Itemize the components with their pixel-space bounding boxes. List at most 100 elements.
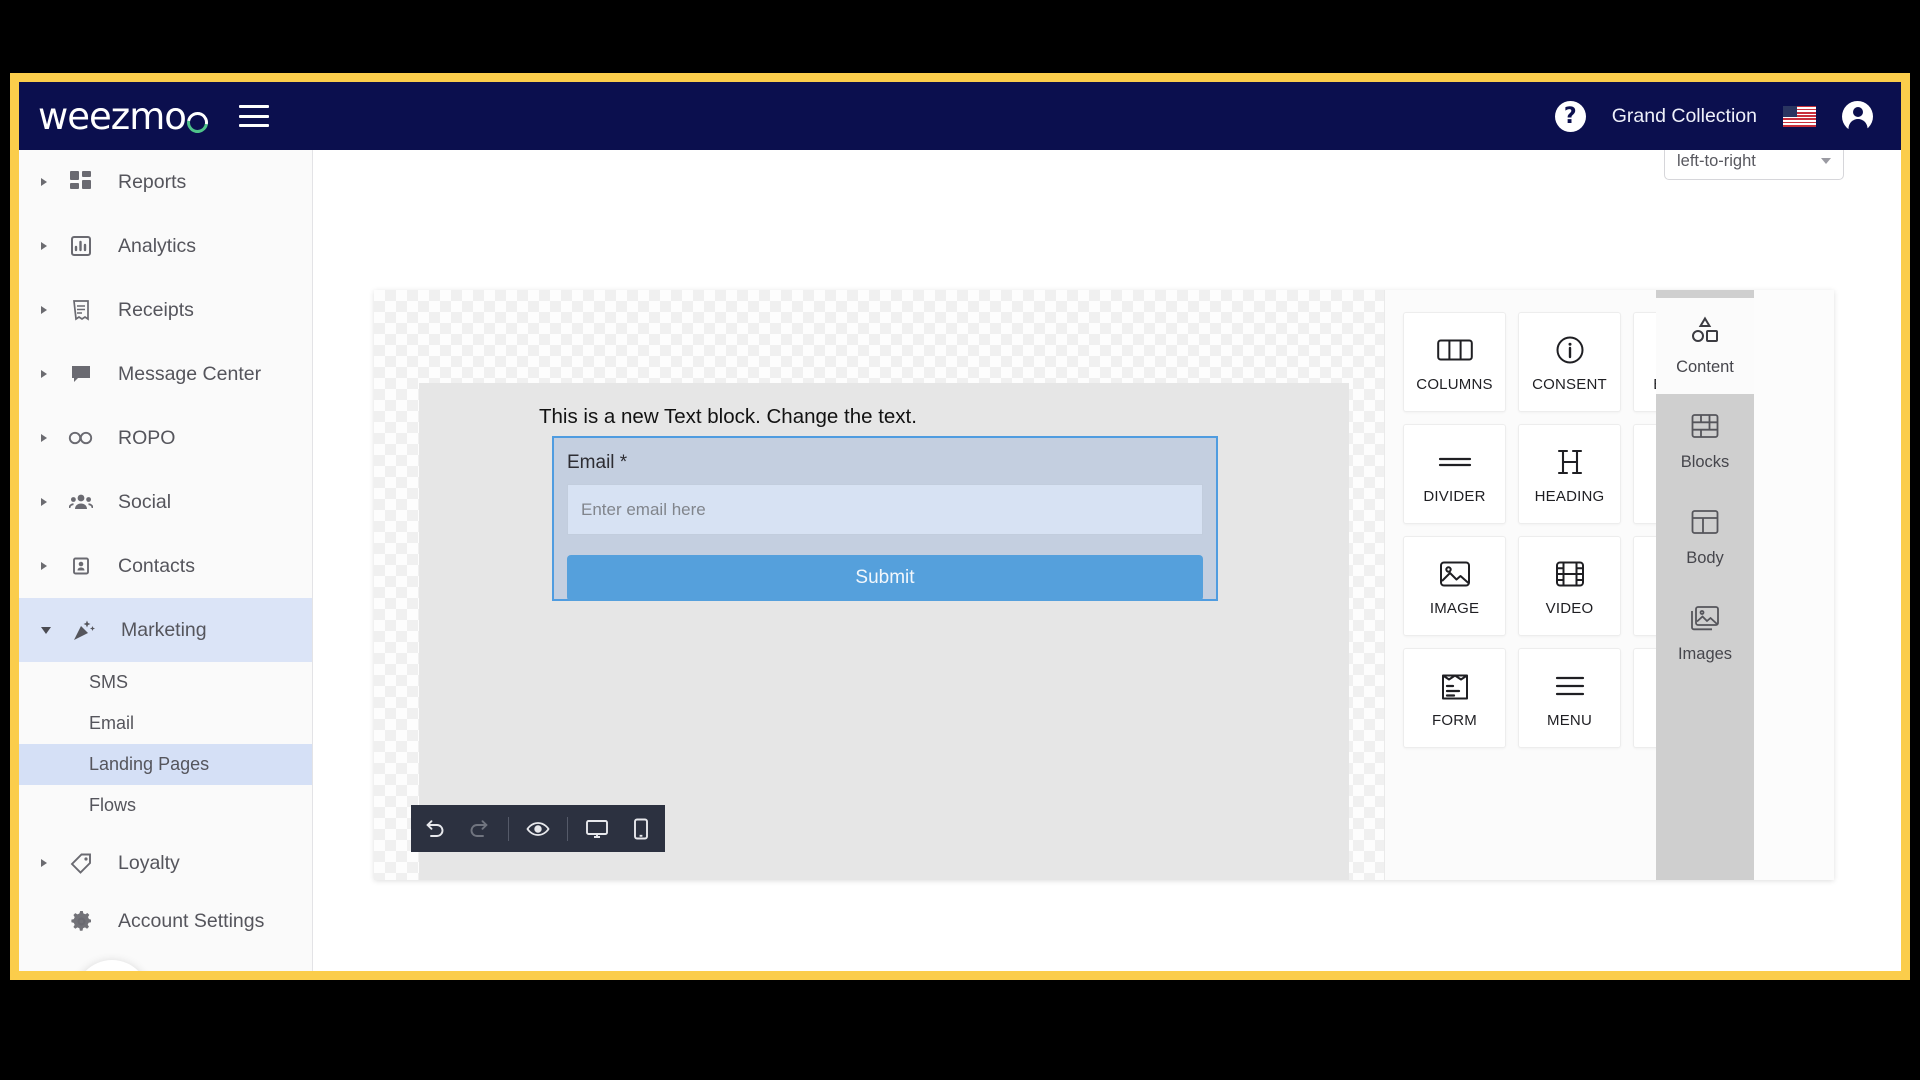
landing-page-editor: This is a new Text block. Change the tex… bbox=[374, 290, 1834, 880]
contact-card-icon bbox=[67, 552, 95, 580]
chevron-right-icon bbox=[41, 859, 47, 867]
submit-button[interactable]: Submit bbox=[567, 555, 1203, 601]
email-input[interactable]: Enter email here bbox=[567, 484, 1203, 535]
palette-block-heading[interactable]: HEADING bbox=[1518, 424, 1621, 524]
receipt-icon bbox=[67, 296, 95, 324]
user-avatar-icon[interactable] bbox=[1842, 100, 1873, 132]
tab-body[interactable]: Body bbox=[1656, 490, 1754, 586]
chevron-right-icon bbox=[41, 306, 47, 314]
tab-label: Content bbox=[1676, 357, 1734, 376]
desktop-view-icon[interactable] bbox=[582, 814, 612, 844]
top-navigation-bar: weezmo ? Grand Collection bbox=[19, 82, 1901, 150]
sidebar-subitem-flows[interactable]: Flows bbox=[19, 785, 312, 826]
text-direction-value: left-to-right bbox=[1677, 151, 1756, 170]
sidebar-subitem-email[interactable]: Email bbox=[19, 703, 312, 744]
chevron-down-icon bbox=[41, 626, 51, 634]
sidebar-item-label: Analytics bbox=[118, 234, 197, 257]
tab-images[interactable]: Images bbox=[1656, 586, 1754, 682]
chevron-right-icon bbox=[41, 178, 47, 186]
sidebar-item-reports[interactable]: Reports bbox=[19, 150, 312, 214]
sidebar-item-label: Marketing bbox=[121, 618, 207, 641]
sidebar-item-contacts[interactable]: Contacts bbox=[19, 534, 312, 598]
hamburger-menu-icon[interactable] bbox=[238, 105, 269, 127]
sidebar-item-message-center[interactable]: Message Center bbox=[19, 342, 312, 406]
left-sidebar: Reports Analytics Receipts Message Cente… bbox=[19, 150, 313, 971]
people-icon bbox=[67, 488, 95, 516]
us-flag-icon[interactable] bbox=[1783, 105, 1816, 127]
sidebar-item-account-settings[interactable]: Account Settings bbox=[19, 892, 312, 950]
palette-block-label: VIDEO bbox=[1545, 599, 1594, 617]
weezmo-logo[interactable]: weezmo bbox=[38, 94, 213, 138]
palette-block-menu[interactable]: MENU bbox=[1518, 648, 1621, 748]
sidebar-item-label: ROPO bbox=[118, 426, 176, 449]
palette-block-label: FORM bbox=[1432, 711, 1477, 729]
palette-block-columns[interactable]: COLUMNS bbox=[1403, 312, 1506, 412]
right-panel-tabs: Content Blocks Body Images bbox=[1656, 290, 1754, 880]
chevron-right-icon bbox=[41, 370, 47, 378]
heading-h-icon bbox=[1555, 444, 1585, 480]
palette-block-label: DIVIDER bbox=[1423, 487, 1486, 505]
chat-bubble-icon bbox=[67, 360, 95, 388]
account-name-label: Grand Collection bbox=[1611, 104, 1757, 127]
sidebar-item-label: Reports bbox=[118, 170, 187, 193]
brick-wall-icon bbox=[1691, 413, 1719, 444]
menu-lines-icon bbox=[1554, 668, 1586, 704]
palette-block-consent[interactable]: CONSENT bbox=[1518, 312, 1621, 412]
sidebar-item-label: Contacts bbox=[118, 554, 195, 577]
blocks-palette: COLUMNS CONSENT DIVIDER HEADING IMAGE VI… bbox=[1384, 290, 1754, 880]
help-circle-icon[interactable]: ? bbox=[1554, 100, 1586, 132]
sidebar-item-label: Social bbox=[118, 490, 172, 513]
form-block-selected[interactable]: Email * Enter email here Submit bbox=[552, 436, 1218, 601]
editor-toolbar bbox=[411, 805, 665, 852]
chevron-right-icon bbox=[41, 562, 47, 570]
email-field-label: Email * bbox=[567, 452, 628, 473]
logo-text: weezmo bbox=[38, 94, 187, 138]
toolbar-divider bbox=[567, 816, 568, 841]
chevron-right-icon bbox=[41, 434, 47, 442]
chevron-down-icon bbox=[1821, 158, 1831, 164]
sidebar-item-analytics[interactable]: Analytics bbox=[19, 214, 312, 278]
undo-icon[interactable] bbox=[420, 814, 450, 844]
mobile-view-icon[interactable] bbox=[626, 814, 656, 844]
tab-label: Images bbox=[1677, 644, 1733, 663]
text-direction-select[interactable]: left-to-right bbox=[1664, 150, 1844, 180]
sidebar-item-receipts[interactable]: Receipts bbox=[19, 278, 312, 342]
palette-block-label: HEADING bbox=[1534, 487, 1605, 505]
preview-eye-icon[interactable] bbox=[523, 814, 553, 844]
image-icon bbox=[1439, 556, 1471, 592]
assistant-logo-n: N bbox=[94, 974, 131, 980]
sidebar-item-label: Message Center bbox=[118, 362, 262, 385]
tab-blocks[interactable]: Blocks bbox=[1656, 394, 1754, 490]
palette-block-label: MENU bbox=[1547, 711, 1592, 729]
editor-canvas[interactable]: This is a new Text block. Change the tex… bbox=[374, 290, 1384, 880]
redo-icon[interactable] bbox=[464, 814, 494, 844]
form-icon bbox=[1440, 668, 1470, 704]
logo-ring-icon bbox=[182, 107, 213, 137]
party-popper-icon bbox=[70, 616, 98, 644]
sidebar-item-marketing[interactable]: Marketing bbox=[19, 598, 312, 662]
palette-block-video[interactable]: VIDEO bbox=[1518, 536, 1621, 636]
tab-label: Blocks bbox=[1680, 452, 1730, 471]
columns-icon bbox=[1436, 332, 1473, 368]
sidebar-item-label: Account Settings bbox=[118, 909, 265, 932]
infinity-icon bbox=[67, 424, 95, 452]
sidebar-subitem-landing-pages[interactable]: Landing Pages bbox=[19, 744, 312, 785]
bar-chart-icon bbox=[67, 232, 95, 260]
email-input-placeholder: Enter email here bbox=[581, 499, 706, 519]
info-circle-icon bbox=[1555, 332, 1585, 368]
palette-block-label: IMAGE bbox=[1429, 599, 1480, 617]
sidebar-item-ropo[interactable]: ROPO bbox=[19, 406, 312, 470]
shapes-icon bbox=[1690, 316, 1720, 349]
palette-block-divider[interactable]: DIVIDER bbox=[1403, 424, 1506, 524]
sidebar-subitem-sms[interactable]: SMS bbox=[19, 662, 312, 703]
text-block[interactable]: This is a new Text block. Change the tex… bbox=[539, 405, 917, 429]
chevron-right-icon bbox=[41, 242, 47, 250]
app-window: weezmo ? Grand Collection Reports Analyt… bbox=[10, 73, 1910, 980]
sidebar-item-social[interactable]: Social bbox=[19, 470, 312, 534]
tab-label: Body bbox=[1686, 548, 1724, 567]
sidebar-item-label: Receipts bbox=[118, 298, 194, 321]
palette-block-image[interactable]: IMAGE bbox=[1403, 536, 1506, 636]
sidebar-item-loyalty[interactable]: Loyalty bbox=[19, 834, 312, 892]
tab-content[interactable]: Content bbox=[1656, 298, 1754, 394]
palette-block-form[interactable]: FORM bbox=[1403, 648, 1506, 748]
